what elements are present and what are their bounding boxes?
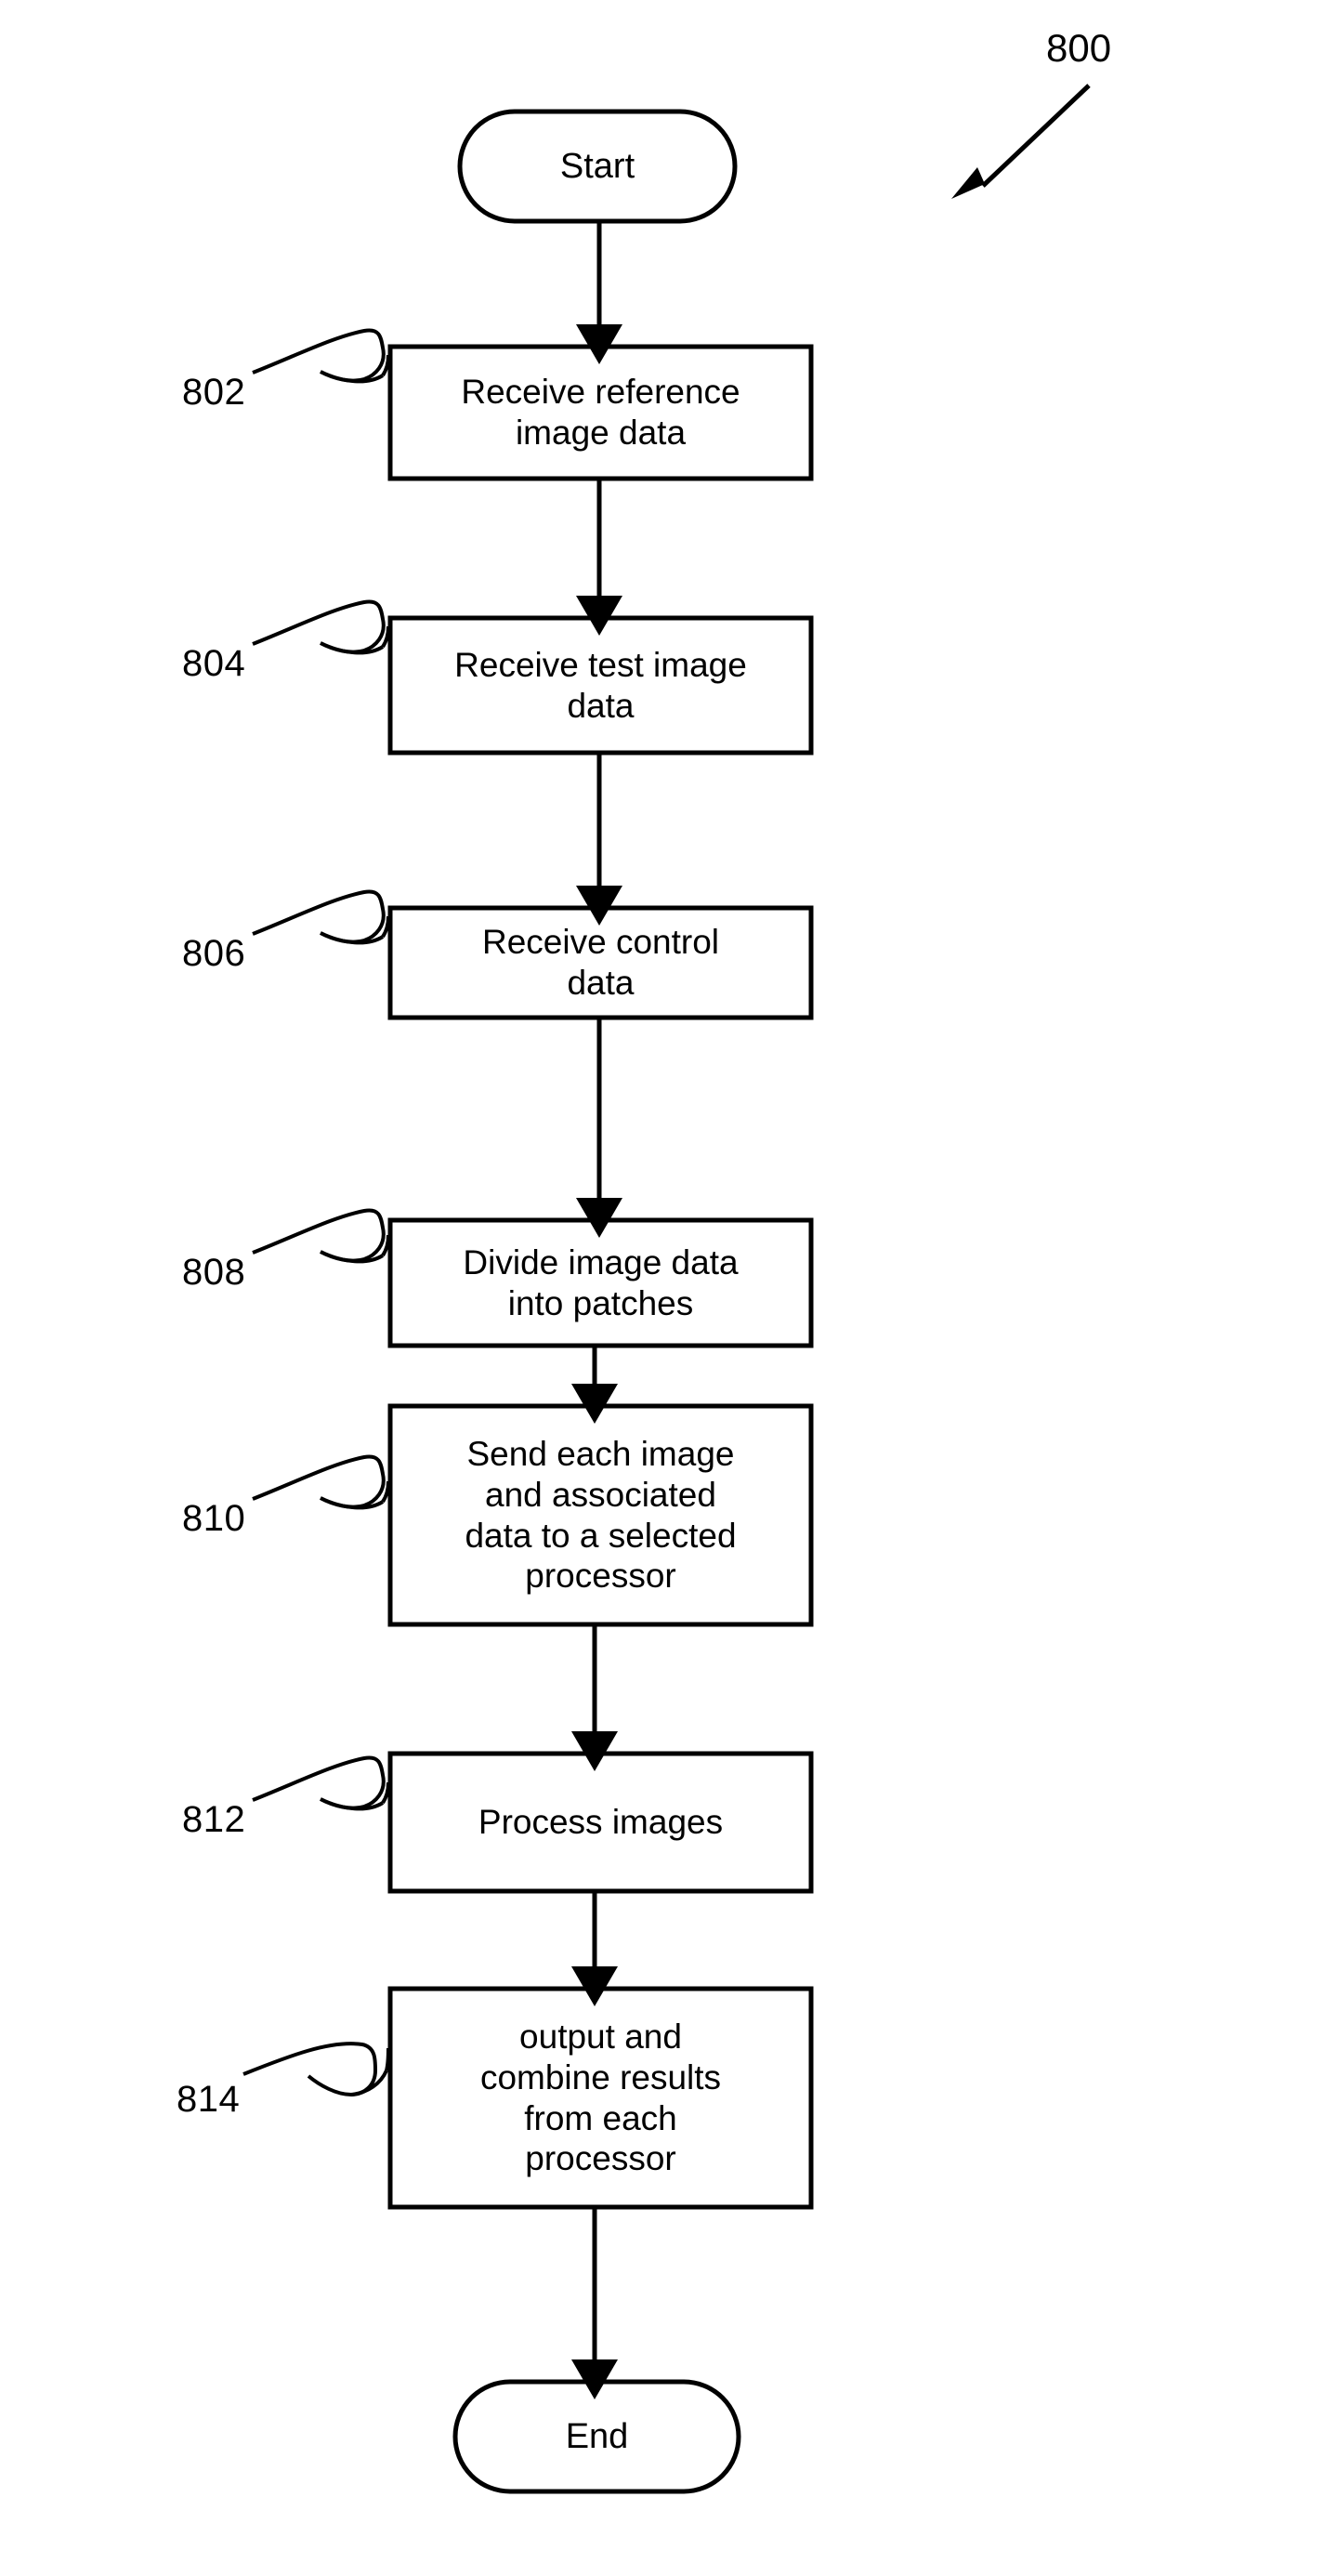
ref-numeral-808: 808 — [182, 1252, 246, 1293]
leader-line-808 — [252, 1208, 390, 1264]
leader-line-806 — [252, 889, 390, 945]
node-shape-step-804 — [387, 615, 814, 756]
leader-line-810 — [252, 1454, 390, 1510]
figure-number: 800 — [1046, 26, 1112, 70]
ref-numeral-804: 804 — [182, 643, 246, 684]
node-shape-step-812 — [387, 1751, 814, 1894]
leader-line-804 — [252, 599, 390, 655]
ref-numeral-810: 810 — [182, 1498, 246, 1539]
node-shape-step-808 — [387, 1217, 814, 1348]
leader-line-812 — [252, 1755, 390, 1811]
patent-figure-canvas: 800 Start Receive reference image data R… — [0, 0, 1336, 2576]
leader-line-814 — [242, 2042, 390, 2097]
ref-numeral-806: 806 — [182, 933, 246, 974]
leader-line-802 — [252, 328, 390, 384]
node-shape-step-814 — [387, 1986, 814, 2210]
ref-numeral-802: 802 — [182, 372, 246, 413]
figure-pointer-arrow — [951, 84, 1091, 199]
ref-numeral-814: 814 — [177, 2079, 241, 2120]
ref-numeral-812: 812 — [182, 1799, 246, 1840]
node-shape-step-806 — [387, 905, 814, 1020]
node-shape-start — [457, 109, 738, 224]
node-shape-end — [452, 2379, 741, 2494]
node-shape-step-810 — [387, 1403, 814, 1627]
node-shape-step-802 — [387, 344, 814, 481]
